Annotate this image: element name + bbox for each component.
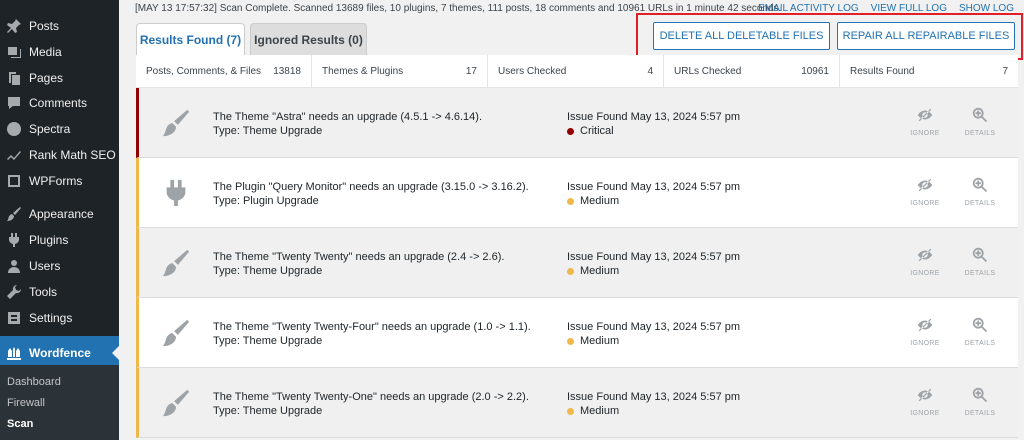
wordfence-icon xyxy=(4,343,24,363)
sidebar-item-pages[interactable]: Pages xyxy=(0,66,119,90)
summary-users-checked: Users Checked 4 xyxy=(488,55,664,88)
sidebar-item-appearance[interactable]: Appearance xyxy=(0,202,119,226)
wrench-icon xyxy=(4,282,24,302)
wpforms-icon xyxy=(4,171,24,191)
result-row[interactable]: The Theme "Twenty Twenty-Four" needs an … xyxy=(136,298,1018,368)
rank-math-icon xyxy=(4,145,24,165)
summary-themes-plugins: Themes & Plugins 17 xyxy=(312,55,488,88)
sidebar-item-label: Wordfence xyxy=(29,346,91,360)
eye-slash-icon xyxy=(917,318,933,332)
details-button[interactable]: DETAILS xyxy=(960,386,1000,417)
delete-all-deletable-button[interactable]: DELETE ALL DELETABLE FILES xyxy=(653,22,830,50)
tab-results-found[interactable]: Results Found (7) xyxy=(136,23,245,55)
sidebar-item-label: Settings xyxy=(29,311,73,325)
sidebar-item-spectra[interactable]: Spectra xyxy=(0,117,119,141)
sidebar-item-plugins[interactable]: Plugins xyxy=(0,228,119,252)
brush-icon xyxy=(161,248,193,280)
result-description: The Theme "Twenty Twenty-Four" needs an … xyxy=(213,321,531,347)
result-description: The Theme "Astra" needs an upgrade (4.5.… xyxy=(213,111,483,137)
result-description: The Plugin "Query Monitor" needs an upgr… xyxy=(213,181,529,207)
sidebar-item-label: Comments xyxy=(29,96,88,110)
details-button[interactable]: DETAILS xyxy=(960,106,1000,137)
result-issue-info: Issue Found May 13, 2024 5:57 pm Medium xyxy=(567,251,741,277)
details-button[interactable]: DETAILS xyxy=(960,176,1000,207)
ignore-button[interactable]: IGNORE xyxy=(905,386,945,417)
submenu-dashboard[interactable]: Dashboard xyxy=(7,376,61,388)
sidebar-item-users[interactable]: Users xyxy=(0,254,119,278)
pages-icon xyxy=(4,68,24,88)
media-icon xyxy=(4,42,24,62)
sidebar-item-rank-math[interactable]: Rank Math SEO xyxy=(0,143,119,167)
summary-urls-checked: URLs Checked 10961 xyxy=(664,55,840,88)
sidebar-item-posts[interactable]: Posts xyxy=(0,14,119,38)
scan-summary-bar: Posts, Comments, & Files 13818 Themes & P… xyxy=(136,55,1018,88)
pushpin-icon xyxy=(4,16,24,36)
result-issue-info: Issue Found May 13, 2024 5:57 pm Critical xyxy=(567,111,741,137)
summary-posts-files: Posts, Comments, & Files 13818 xyxy=(136,55,312,88)
tab-ignored-results[interactable]: Ignored Results (0) xyxy=(250,23,367,55)
severity-medium-dot xyxy=(567,337,574,345)
submenu-scan[interactable]: Scan xyxy=(7,418,33,430)
wordfence-submenu: Dashboard Firewall Scan xyxy=(0,365,119,440)
sidebar-item-settings[interactable]: Settings xyxy=(0,306,119,330)
zoom-in-icon xyxy=(972,107,988,123)
result-row[interactable]: The Plugin "Query Monitor" needs an upgr… xyxy=(136,158,1018,228)
sidebar-item-label: Users xyxy=(29,259,61,273)
severity-critical-dot xyxy=(567,127,574,135)
sidebar-item-label: Posts xyxy=(29,19,60,33)
sidebar-item-label: Appearance xyxy=(29,207,94,221)
ignore-button[interactable]: IGNORE xyxy=(905,246,945,277)
plugin-icon xyxy=(161,178,193,210)
sidebar-item-label: Pages xyxy=(29,71,64,85)
result-row[interactable]: The Theme "Twenty Twenty" needs an upgra… xyxy=(136,228,1018,298)
severity-medium-dot xyxy=(567,267,574,275)
eye-slash-icon xyxy=(917,108,933,122)
ignore-button[interactable]: IGNORE xyxy=(905,106,945,137)
result-description: The Theme "Twenty Twenty-One" needs an u… xyxy=(213,391,529,417)
details-button[interactable]: DETAILS xyxy=(960,246,1000,277)
brush-icon xyxy=(161,318,193,350)
spectra-icon xyxy=(4,119,24,139)
eye-slash-icon xyxy=(917,178,933,192)
sidebar-item-tools[interactable]: Tools xyxy=(0,280,119,304)
result-issue-info: Issue Found May 13, 2024 5:57 pm Medium xyxy=(567,181,741,207)
sidebar-item-label: Rank Math SEO xyxy=(29,148,116,162)
repair-all-repairable-button[interactable]: REPAIR ALL REPAIRABLE FILES xyxy=(837,22,1015,50)
details-button[interactable]: DETAILS xyxy=(960,316,1000,347)
result-description: The Theme "Twenty Twenty" needs an upgra… xyxy=(213,251,505,277)
settings-icon xyxy=(4,308,24,328)
zoom-in-icon xyxy=(972,317,988,333)
severity-medium-dot xyxy=(567,407,574,415)
sidebar-item-comments[interactable]: Comments xyxy=(0,91,119,115)
zoom-in-icon xyxy=(972,247,988,263)
eye-slash-icon xyxy=(917,248,933,262)
zoom-in-icon xyxy=(972,177,988,193)
severity-medium-dot xyxy=(567,197,574,205)
brush-icon xyxy=(161,388,193,420)
zoom-in-icon xyxy=(972,387,988,403)
result-issue-info: Issue Found May 13, 2024 5:57 pm Medium xyxy=(567,321,741,347)
sidebar-item-label: WPForms xyxy=(29,174,83,188)
comments-icon xyxy=(4,93,24,113)
result-row[interactable]: The Theme "Twenty Twenty-One" needs an u… xyxy=(136,368,1018,438)
users-icon xyxy=(4,256,24,276)
eye-slash-icon xyxy=(917,388,933,402)
submenu-firewall[interactable]: Firewall xyxy=(7,397,45,409)
plugin-icon xyxy=(4,230,24,250)
summary-results-found: Results Found 7 xyxy=(850,66,1008,77)
sidebar-item-label: Media xyxy=(29,45,62,59)
admin-sidebar: Posts Media Pages Comments Spectra Rank … xyxy=(0,0,119,440)
result-row[interactable]: The Theme "Astra" needs an upgrade (4.5.… xyxy=(136,88,1018,158)
sidebar-item-label: Plugins xyxy=(29,233,69,247)
ignore-button[interactable]: IGNORE xyxy=(905,176,945,207)
sidebar-item-wpforms[interactable]: WPForms xyxy=(0,169,119,193)
ignore-button[interactable]: IGNORE xyxy=(905,316,945,347)
sidebar-item-label: Spectra xyxy=(29,122,71,136)
brush-icon xyxy=(161,108,193,140)
result-issue-info: Issue Found May 13, 2024 5:57 pm Medium xyxy=(567,391,741,417)
brush-icon xyxy=(4,204,24,224)
sidebar-item-label: Tools xyxy=(29,285,58,299)
sidebar-item-media[interactable]: Media xyxy=(0,40,119,64)
